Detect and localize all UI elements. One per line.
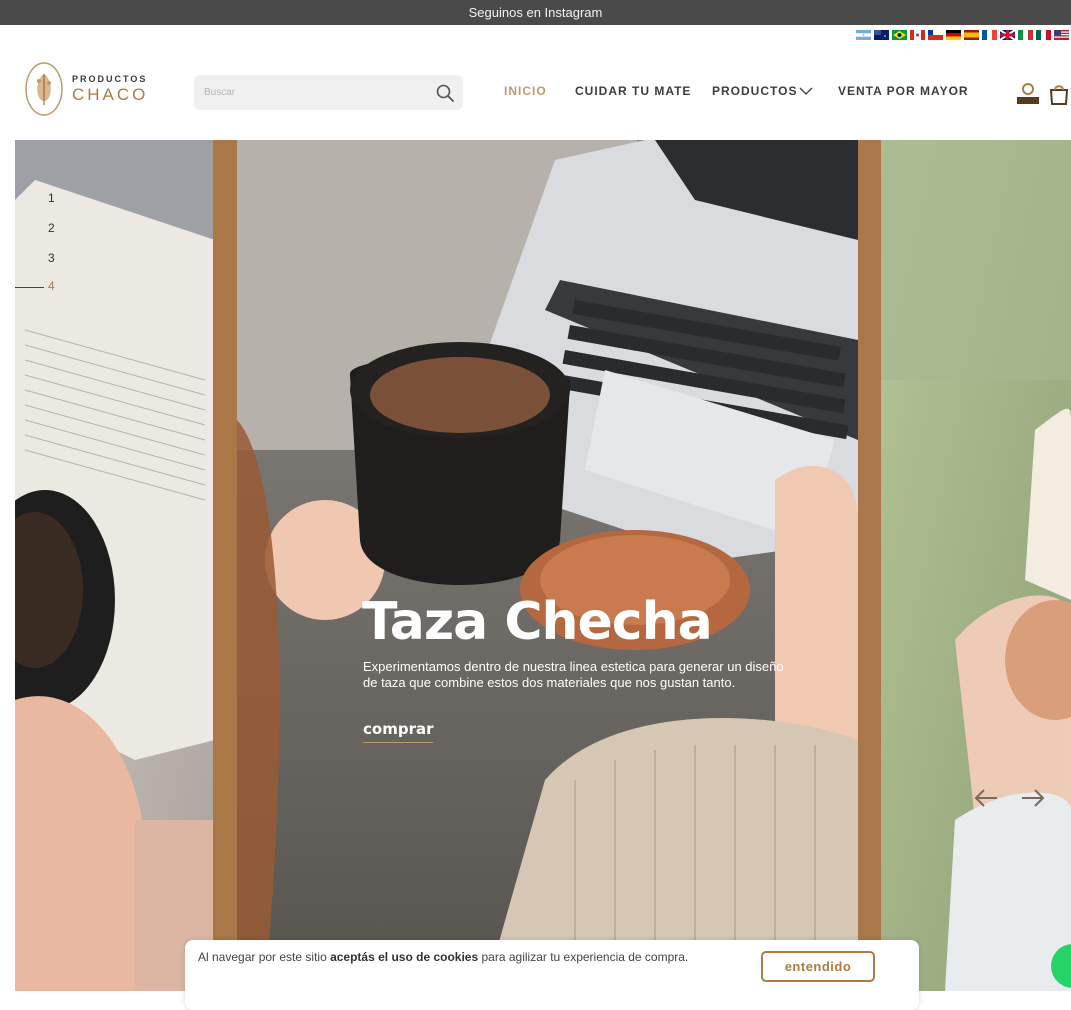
site-logo[interactable]: PRODUCTOS CHACO xyxy=(24,61,148,117)
instagram-banner[interactable]: Seguinos en Instagram xyxy=(0,0,1071,25)
logo-main-text: CHACO xyxy=(72,85,149,104)
search-bar xyxy=(194,75,463,110)
cart-icon[interactable] xyxy=(1046,82,1071,106)
active-page-indicator xyxy=(15,287,44,288)
slider-page-3[interactable]: 3 xyxy=(48,251,68,265)
account-icon[interactable] xyxy=(1015,82,1041,106)
logo-text: PRODUCTOS CHACO xyxy=(72,74,149,104)
instagram-banner-text[interactable]: Seguinos en Instagram xyxy=(469,5,603,20)
site-header: PRODUCTOS CHACO INICIO CUIDAR TU MATE PR… xyxy=(0,25,1071,140)
nav-productos[interactable]: PRODUCTOS xyxy=(712,84,813,98)
hero-slider-image xyxy=(15,140,1071,991)
logo-emblem-icon xyxy=(25,62,63,116)
cookie-text-pre: Al navegar por este sitio xyxy=(198,950,331,964)
search-input[interactable] xyxy=(204,87,424,98)
cookie-accept-button[interactable]: entendido xyxy=(761,951,875,982)
slide-title: Taza Checha xyxy=(362,592,713,652)
nav-venta-por-mayor[interactable]: VENTA POR MAYOR xyxy=(838,84,969,98)
nav-cuidar-tu-mate[interactable]: CUIDAR TU MATE xyxy=(575,84,691,98)
hero-slider: 1 2 3 4 Taza Checha Experimentamos dentr… xyxy=(15,140,1071,991)
cookie-banner: Al navegar por este sitio aceptás el uso… xyxy=(185,940,919,1010)
cookie-text-post: para agilizar tu experiencia de compra. xyxy=(478,950,689,964)
slider-page-4[interactable]: 4 xyxy=(48,279,68,293)
cookie-message: Al navegar por este sitio aceptás el uso… xyxy=(198,949,718,966)
logo-top-text: PRODUCTOS xyxy=(72,74,148,84)
chevron-down-icon xyxy=(799,87,813,96)
slider-page-1[interactable]: 1 xyxy=(48,191,68,205)
search-icon[interactable] xyxy=(435,83,455,103)
cookie-text-bold: aceptás el uso de cookies xyxy=(330,950,479,964)
nav-productos-label: PRODUCTOS xyxy=(712,84,798,98)
comprar-link[interactable]: comprar xyxy=(363,720,434,743)
nav-inicio[interactable]: INICIO xyxy=(504,84,547,98)
arrow-right-icon[interactable] xyxy=(1020,787,1046,809)
slider-page-2[interactable]: 2 xyxy=(48,221,68,235)
arrow-left-icon[interactable] xyxy=(973,787,999,809)
slide-description: Experimentamos dentro de nuestra linea e… xyxy=(363,659,784,690)
